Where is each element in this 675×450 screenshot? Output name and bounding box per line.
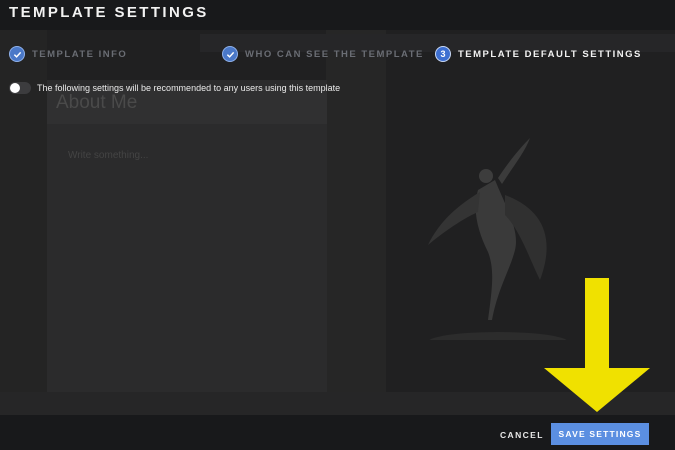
recommend-settings-row: The following settings will be recommend… bbox=[9, 82, 340, 94]
step-label: TEMPLATE DEFAULT SETTINGS bbox=[458, 48, 642, 60]
cancel-button[interactable]: CANCEL bbox=[500, 430, 544, 440]
dialog-title: TEMPLATE SETTINGS bbox=[9, 4, 209, 21]
background-heading: About Me bbox=[56, 92, 138, 113]
dialog-header: TEMPLATE SETTINGS bbox=[0, 0, 675, 30]
toggle-label: The following settings will be recommend… bbox=[37, 83, 341, 93]
step-number: 3 bbox=[435, 46, 451, 62]
down-arrow-icon bbox=[544, 278, 650, 412]
step-label: TEMPLATE INFO bbox=[32, 48, 128, 60]
background-panel bbox=[47, 80, 327, 415]
step-template-info[interactable]: TEMPLATE INFO bbox=[9, 46, 127, 62]
step-who-can-see[interactable]: WHO CAN SEE THE TEMPLATE bbox=[222, 46, 424, 62]
check-icon bbox=[222, 46, 238, 62]
save-settings-button[interactable]: SAVE SETTINGS bbox=[551, 423, 649, 445]
step-default-settings[interactable]: 3 TEMPLATE DEFAULT SETTINGS bbox=[435, 46, 642, 62]
stepper: TEMPLATE INFO WHO CAN SEE THE TEMPLATE 3… bbox=[0, 46, 675, 68]
toggle-knob bbox=[10, 83, 20, 93]
step-label: WHO CAN SEE THE TEMPLATE bbox=[245, 48, 424, 60]
recommend-settings-toggle[interactable] bbox=[9, 82, 31, 94]
check-icon bbox=[9, 46, 25, 62]
background-text: Write something... bbox=[68, 150, 149, 161]
